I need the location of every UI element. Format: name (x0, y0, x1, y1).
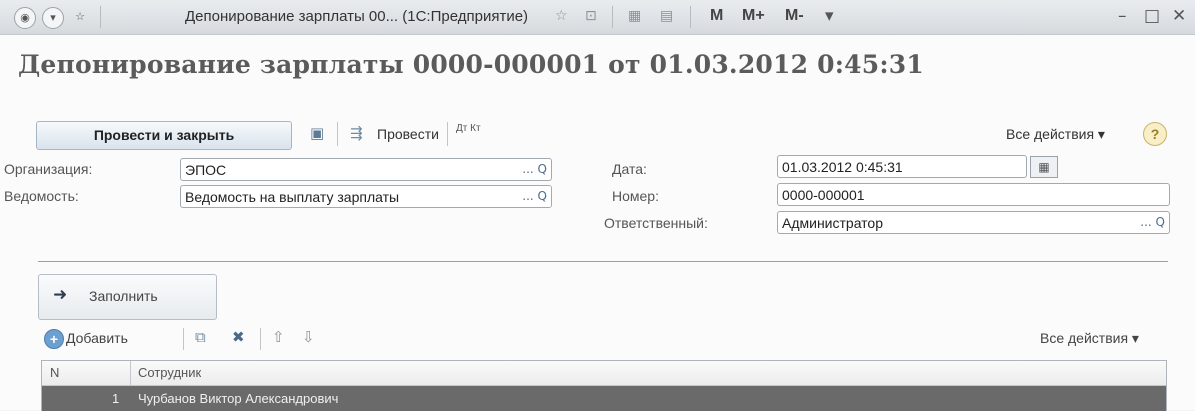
date-field[interactable]: 01.03.2012 0:45:31 (777, 155, 1027, 178)
help-icon[interactable]: ? (1143, 122, 1167, 146)
move-down-icon[interactable]: ⇩ (302, 328, 315, 346)
toolbar-separator (447, 122, 448, 146)
table-all-actions-menu[interactable]: Все действия ▾ (1040, 330, 1139, 347)
window-title: Депонирование зарплаты 00... (1С:Предпри… (185, 8, 529, 25)
delete-icon[interactable]: ✖ (232, 328, 245, 346)
search-icon: Q (537, 189, 547, 203)
column-header-n[interactable]: N (50, 365, 59, 380)
calculator-icon[interactable]: ▤ (660, 8, 673, 24)
number-field[interactable]: 0000-000001 (777, 183, 1170, 206)
document-window: ◉ ▾ ☆ Депонирование зарплаты 00... (1С:П… (0, 0, 1195, 411)
statement-value: Ведомость на выплату зарплаты (185, 189, 400, 205)
title-bar: ◉ ▾ ☆ Депонирование зарплаты 00... (1С:П… (0, 0, 1195, 35)
memory-button-m[interactable]: M (710, 7, 723, 25)
search-icon: Q (1155, 215, 1165, 229)
fill-button-label: Заполнить (89, 288, 158, 304)
post-icon[interactable]: ⇶ (350, 124, 363, 142)
post-button[interactable]: Провести (377, 126, 439, 142)
organization-field[interactable]: ЭПОС ... Q (180, 158, 552, 181)
number-value: 0000-000001 (782, 187, 865, 203)
move-up-icon[interactable]: ⇧ (272, 328, 285, 346)
organization-value: ЭПОС (185, 162, 227, 178)
toolbar-separator (183, 328, 184, 350)
statement-field[interactable]: Ведомость на выплату зарплаты ... Q (180, 185, 552, 208)
search-icon: Q (537, 162, 547, 176)
memory-button-m-minus[interactable]: M- (785, 7, 804, 25)
row-number-cell: 1 (112, 391, 120, 406)
organization-label: Организация: (4, 161, 93, 177)
calendar-icon[interactable]: ▦ (1030, 156, 1058, 178)
section-divider (38, 261, 1168, 262)
statement-label: Ведомость: (4, 188, 79, 204)
app-menu-icon[interactable]: ◉ (14, 7, 36, 29)
link-icon[interactable]: ⊡ (585, 8, 597, 24)
minimize-icon[interactable]: – (1118, 6, 1127, 26)
refresh-icon: ➜ (53, 285, 68, 305)
pick-dots: ... (1140, 215, 1152, 229)
fill-button[interactable]: ➜ Заполнить (38, 274, 217, 320)
favorite-star-icon[interactable]: ☆ (70, 7, 90, 27)
save-icon[interactable]: ▣ (310, 124, 324, 142)
close-icon[interactable]: ✕ (1172, 6, 1186, 26)
chevron-down-icon[interactable]: ▾ (825, 6, 834, 26)
employees-table: N Сотрудник 1 Чурбанов Виктор Александро… (41, 360, 1167, 411)
pick-dots: ... (522, 162, 534, 176)
title-separator (100, 6, 101, 28)
organization-pick-button[interactable]: ... Q (507, 159, 551, 180)
responsible-field[interactable]: Администратор ... Q (777, 211, 1170, 234)
table-header: N Сотрудник (42, 361, 1166, 386)
table-row[interactable]: 1 Чурбанов Виктор Александрович (42, 386, 1166, 411)
copy-icon[interactable]: ⧉ (195, 328, 206, 346)
table-icon[interactable]: ▦ (628, 8, 641, 24)
add-icon[interactable]: + (44, 329, 64, 349)
post-and-close-button[interactable]: Провести и закрыть (36, 121, 292, 150)
memory-button-m-plus[interactable]: M+ (742, 7, 765, 25)
title-separator (612, 6, 613, 28)
all-actions-menu[interactable]: Все действия ▾ (1006, 126, 1105, 143)
employee-cell: Чурбанов Виктор Александрович (138, 391, 339, 406)
column-header-employee[interactable]: Сотрудник (138, 365, 201, 380)
responsible-label: Ответственный: (604, 215, 708, 231)
pick-dots: ... (522, 189, 534, 203)
star-icon[interactable]: ☆ (555, 8, 568, 24)
maximize-icon[interactable]: □ (1144, 6, 1160, 26)
toolbar-separator (337, 122, 338, 146)
statement-pick-button[interactable]: ... Q (507, 186, 551, 207)
dropdown-menu-icon[interactable]: ▾ (42, 7, 64, 29)
add-button[interactable]: Добавить (66, 330, 128, 346)
date-value: 01.03.2012 0:45:31 (782, 159, 903, 175)
page-title: Депонирование зарплаты 0000-000001 от 01… (18, 50, 924, 79)
number-label: Номер: (612, 188, 659, 204)
responsible-value: Администратор (782, 215, 884, 231)
title-separator (690, 6, 691, 28)
date-label: Дата: (612, 161, 647, 177)
toolbar-separator (260, 328, 261, 350)
responsible-pick-button[interactable]: ... Q (1125, 212, 1169, 233)
dt-kt-button[interactable]: Дт Кт (456, 124, 481, 134)
